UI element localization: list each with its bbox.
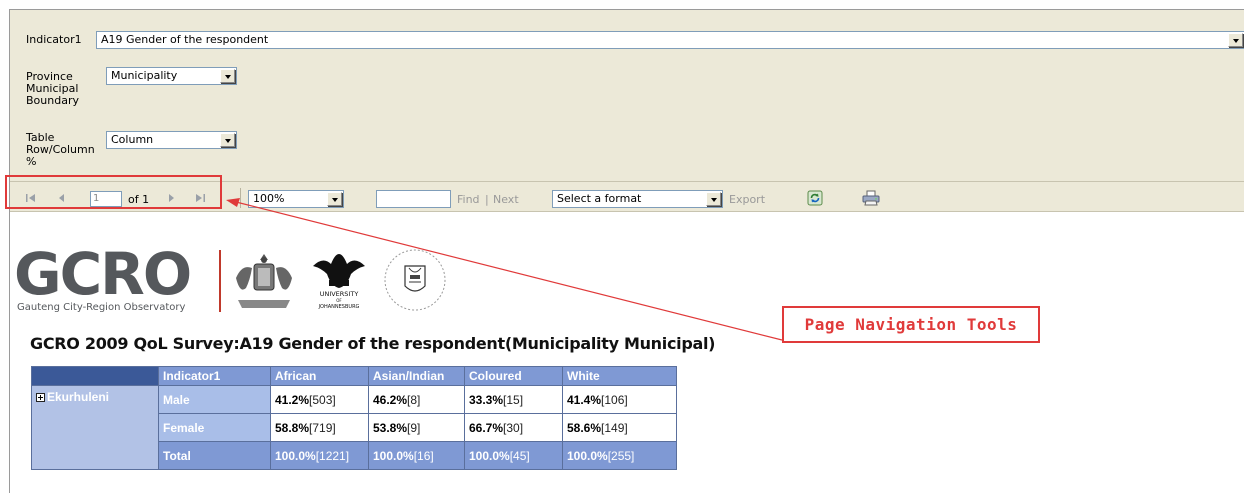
table-cell: 46.2%[8] <box>368 385 465 414</box>
find-input[interactable] <box>376 190 451 208</box>
table-row: Ekurhuleni Male 41.2%[503] 46.2%[8] 33.3… <box>31 385 677 470</box>
table-pct-label-line: Row/Column <box>26 143 95 156</box>
cell-percent: 46.2% <box>373 392 408 407</box>
cell-count: [15] <box>503 392 524 407</box>
cell-percent: 53.8% <box>373 420 408 435</box>
row-label: Female <box>158 413 271 442</box>
cell-percent: 41.4% <box>567 392 602 407</box>
expand-toggle-icon[interactable] <box>36 393 45 402</box>
navigation-highlight-box <box>5 175 222 209</box>
refresh-icon[interactable] <box>807 190 823 206</box>
chevron-down-icon[interactable] <box>1228 33 1243 47</box>
table-header-row: Indicator1 African Asian/Indian Coloured… <box>31 366 677 386</box>
cell-count: [45] <box>509 448 530 463</box>
indicator-select-value: A19 Gender of the respondent <box>101 33 269 46</box>
cell-count: [1221] <box>315 448 350 463</box>
zoom-value: 100% <box>253 192 285 205</box>
cell-count: [503] <box>309 392 336 407</box>
table-cell: 58.6%[149] <box>562 413 677 442</box>
parameter-panel: Indicator1 A19 Gender of the respondent … <box>10 10 1244 182</box>
table-cell: 100.0%[45] <box>464 441 563 470</box>
cell-count: [255] <box>607 448 635 463</box>
cell-count: [30] <box>503 420 524 435</box>
table-pct-select[interactable]: Column <box>106 131 237 149</box>
column-header: Coloured <box>464 366 563 386</box>
wits-seal-icon <box>384 249 446 311</box>
table-cell: 100.0%[1221] <box>270 441 369 470</box>
table-cell: 100.0%[255] <box>562 441 677 470</box>
cell-count: [16] <box>413 448 434 463</box>
row-label: Male <box>158 385 271 414</box>
group-cell[interactable]: Ekurhuleni <box>31 385 159 470</box>
table-corner-cell <box>31 366 159 386</box>
cell-count: [149] <box>601 420 628 435</box>
column-header: Indicator1 <box>158 366 271 386</box>
logo-divider <box>219 250 221 312</box>
export-link[interactable]: Export <box>729 193 765 206</box>
column-header: African <box>270 366 369 386</box>
uj-logo-line: UNIVERSITY <box>320 290 359 298</box>
cell-percent: 100.0% <box>567 448 608 463</box>
report-title: GCRO 2009 QoL Survey:A19 Gender of the r… <box>30 334 716 353</box>
table-cell: 41.2%[503] <box>270 385 369 414</box>
cell-percent: 100.0% <box>373 448 414 463</box>
cell-percent: 66.7% <box>469 420 504 435</box>
cell-percent: 58.8% <box>275 420 310 435</box>
table-pct-select-value: Column <box>111 133 154 146</box>
gauteng-coat-of-arms-icon <box>236 254 292 308</box>
boundary-select-value: Municipality <box>111 69 178 82</box>
boundary-label: Province Municipal Boundary <box>26 71 108 107</box>
boundary-label-line: Boundary <box>26 94 79 107</box>
zoom-select[interactable]: 100% <box>248 190 344 208</box>
next-link[interactable]: Next <box>493 193 519 206</box>
chevron-down-icon[interactable] <box>327 192 342 206</box>
cell-count: [9] <box>407 420 421 435</box>
table-cell: 33.3%[15] <box>464 385 563 414</box>
page-navigation-callout: Page Navigation Tools <box>782 306 1040 343</box>
uj-logo: UNIVERSITY OF JOHANNESBURG <box>313 254 365 310</box>
table-cell: 100.0%[16] <box>368 441 465 470</box>
table-pct-label: Table Row/Column % <box>26 132 108 168</box>
toolbar-divider <box>240 188 241 208</box>
cell-percent: 100.0% <box>469 448 510 463</box>
column-header: Asian/Indian <box>368 366 465 386</box>
boundary-select[interactable]: Municipality <box>106 67 237 85</box>
table-pct-label-line: % <box>26 155 37 168</box>
cell-count: [106] <box>601 392 628 407</box>
gcro-subtitle: Gauteng City-Region Observatory <box>17 302 186 313</box>
print-icon[interactable] <box>862 190 880 206</box>
uj-logo-line: JOHANNESBURG <box>318 304 360 310</box>
cell-percent: 41.2% <box>275 392 310 407</box>
cell-count: [719] <box>309 420 336 435</box>
chevron-down-icon[interactable] <box>220 69 235 83</box>
cell-percent: 58.6% <box>567 420 602 435</box>
table-cell: 53.8%[9] <box>368 413 465 442</box>
logo-strip: GCRO Gauteng City-Region Observatory UNI… <box>14 244 454 324</box>
group-label: Ekurhuleni <box>47 390 110 404</box>
gcro-logo: GCRO <box>14 240 192 308</box>
export-format-value: Select a format <box>557 192 642 205</box>
table-cell: 58.8%[719] <box>270 413 369 442</box>
cell-count: [8] <box>407 392 421 407</box>
table-cell: 41.4%[106] <box>562 385 677 414</box>
column-header: White <box>562 366 677 386</box>
chevron-down-icon[interactable] <box>220 133 235 147</box>
find-separator: | <box>485 193 489 206</box>
cell-percent: 33.3% <box>469 392 504 407</box>
export-format-select[interactable]: Select a format <box>552 190 723 208</box>
table-cell: 66.7%[30] <box>464 413 563 442</box>
uj-logo-line: OF <box>336 298 342 303</box>
report-table: Indicator1 African Asian/Indian Coloured… <box>31 366 677 470</box>
row-label: Total <box>158 441 271 470</box>
find-link[interactable]: Find <box>457 193 480 206</box>
chevron-down-icon[interactable] <box>706 192 721 206</box>
indicator-select[interactable]: A19 Gender of the respondent <box>96 31 1244 49</box>
cell-percent: 100.0% <box>275 448 316 463</box>
